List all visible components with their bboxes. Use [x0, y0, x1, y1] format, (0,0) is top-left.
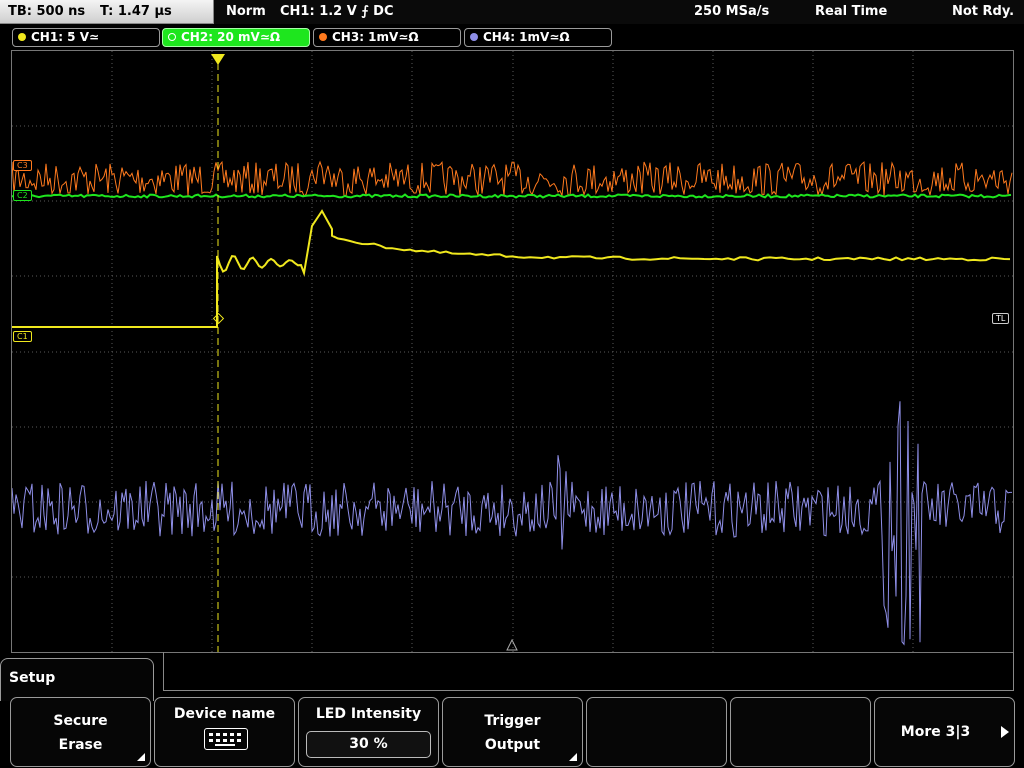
aux-graticule-strip: [163, 652, 1014, 691]
ch1-waveform: [12, 209, 1011, 328]
next-page-arrow-icon: [1001, 726, 1009, 738]
led-intensity-button[interactable]: LED Intensity 30 %: [298, 697, 439, 767]
ch2-dot-icon: [168, 33, 176, 41]
ch1-dot-icon: [18, 33, 26, 41]
softkey-label: LED Intensity: [315, 706, 422, 722]
submenu-corner-icon: [137, 753, 145, 761]
channel-tab-ch1[interactable]: CH1: 5 V≃: [12, 28, 160, 47]
ch3-offset-marker[interactable]: C3: [13, 160, 32, 171]
softkey-label: Output: [484, 737, 541, 753]
trigger-time-value: T: 1.47 µs: [100, 4, 172, 19]
ch4-dot-icon: [470, 33, 478, 41]
horizontal-center-icon: [506, 638, 518, 651]
channel-label: CH1: 5 V≃: [31, 30, 100, 44]
trigger-info[interactable]: CH1: 1.2 V ⨍ DC: [280, 4, 394, 19]
ch2-waveform: [12, 193, 1012, 199]
ch4-waveform: [12, 401, 1012, 646]
led-intensity-value: 30 %: [349, 736, 388, 752]
led-intensity-value-box[interactable]: 30 %: [306, 731, 431, 758]
trigger-mode[interactable]: Norm: [226, 4, 266, 19]
trigger-level-marker[interactable]: TL: [992, 313, 1010, 324]
channel-label: CH2: 20 mV≃Ω: [181, 30, 281, 44]
ch1-offset-marker[interactable]: C1: [13, 331, 32, 342]
status-bar: TB: 500 ns T: 1.47 µs Norm CH1: 1.2 V ⨍ …: [0, 0, 1024, 24]
softkey-label: Device name: [173, 706, 276, 722]
secure-erase-button[interactable]: Secure Erase: [10, 697, 151, 767]
ch3-waveform: [12, 160, 1013, 197]
softkey-label: Erase: [58, 737, 103, 753]
softkey-6-empty[interactable]: [730, 697, 871, 767]
channel-tab-ch2[interactable]: CH2: 20 mV≃Ω: [162, 28, 310, 47]
menu-title: Setup: [9, 670, 56, 686]
channel-label: CH3: 1mV≃Ω: [332, 30, 419, 44]
softkey-5-empty[interactable]: [586, 697, 727, 767]
channel-label: CH4: 1mV≃Ω: [483, 30, 570, 44]
channel-tab-ch3[interactable]: CH3: 1mV≃Ω: [313, 28, 461, 47]
waveform-canvas: [12, 51, 1013, 652]
ch2-offset-marker[interactable]: C2: [13, 190, 32, 201]
submenu-corner-icon: [569, 753, 577, 761]
waveforms: [12, 54, 1013, 652]
acquisition-mode: Real Time: [815, 4, 888, 19]
keyboard-icon: [204, 728, 248, 750]
trigger-output-button[interactable]: Trigger Output: [442, 697, 583, 767]
more-button[interactable]: More 3|3: [874, 697, 1015, 767]
scope-display[interactable]: C3 C2 C1 TL: [11, 50, 1014, 653]
ch3-dot-icon: [319, 33, 327, 41]
device-name-button[interactable]: Device name: [154, 697, 295, 767]
softkey-label: More 3|3: [900, 724, 971, 740]
menu-title-tab: Setup: [0, 658, 154, 701]
timebase-value: TB: 500 ns: [8, 4, 86, 19]
timebase-box[interactable]: TB: 500 ns T: 1.47 µs: [0, 0, 214, 24]
softkey-label: Trigger: [484, 713, 541, 729]
sample-rate: 250 MSa/s: [694, 4, 770, 19]
trigger-position-icon: [211, 54, 225, 65]
run-state: Not Rdy.: [952, 4, 1015, 19]
softkey-label: Secure: [53, 713, 108, 729]
channel-tab-ch4[interactable]: CH4: 1mV≃Ω: [464, 28, 612, 47]
graticule: [12, 51, 1013, 652]
